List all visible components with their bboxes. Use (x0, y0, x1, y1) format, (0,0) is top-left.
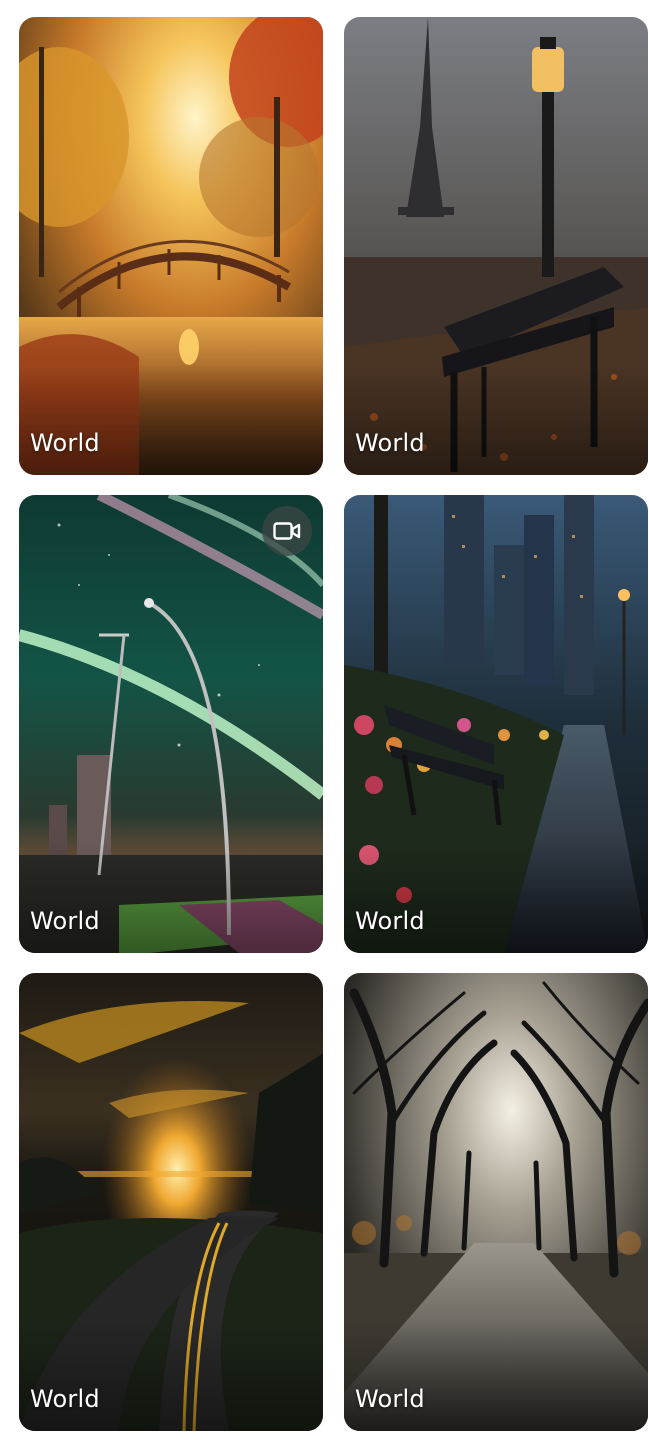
wallpaper-title: World (30, 907, 100, 935)
wallpaper-title: World (30, 1385, 100, 1413)
label-scrim (19, 365, 323, 475)
wallpaper-card-2[interactable]: World (344, 17, 648, 475)
wallpaper-card-3[interactable]: World (19, 495, 323, 953)
wallpaper-title: World (355, 1385, 425, 1413)
wallpaper-card-5[interactable]: World (19, 973, 323, 1431)
video-camera-icon (273, 522, 301, 540)
wallpaper-title: World (355, 429, 425, 457)
label-scrim (344, 843, 648, 953)
label-scrim (19, 843, 323, 953)
wallpaper-card-4[interactable]: World (344, 495, 648, 953)
label-scrim (19, 1321, 323, 1431)
label-scrim (344, 1321, 648, 1431)
wallpaper-card-1[interactable]: World (19, 17, 323, 475)
wallpaper-title: World (30, 429, 100, 457)
video-indicator-button (262, 506, 312, 556)
wallpaper-grid: World World World World World World (0, 0, 649, 1440)
label-scrim (344, 365, 648, 475)
wallpaper-title: World (355, 907, 425, 935)
wallpaper-card-6[interactable]: World (344, 973, 648, 1431)
